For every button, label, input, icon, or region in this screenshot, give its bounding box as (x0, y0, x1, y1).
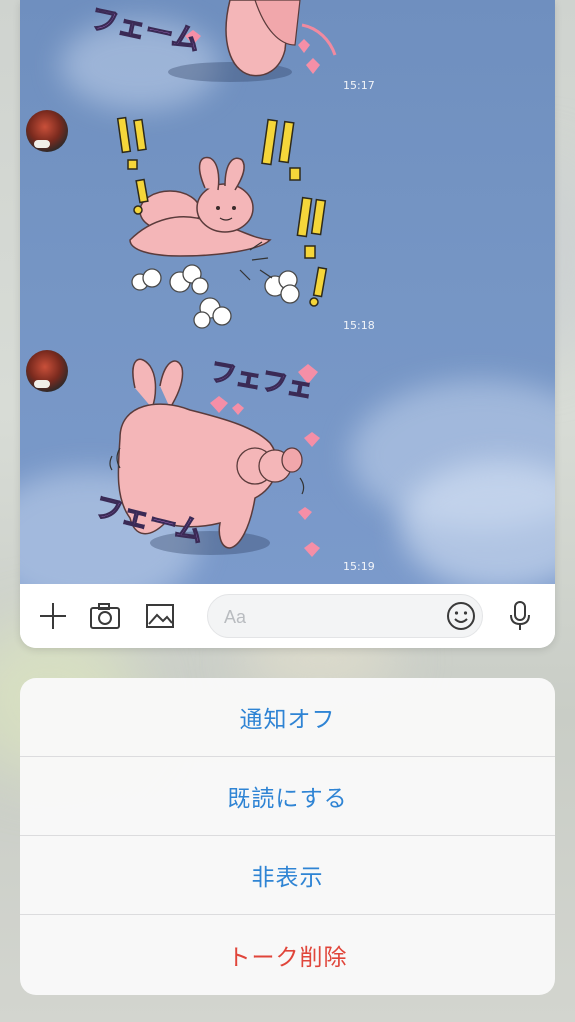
emoji-icon[interactable] (446, 601, 476, 631)
action-sheet: 通知オフ 既読にする 非表示 トーク削除 (20, 678, 555, 995)
avatar[interactable] (26, 110, 68, 152)
microphone-icon[interactable] (504, 600, 536, 632)
chat-preview-card[interactable]: フェーム 15:17 15:18 フェフェ フェーム 15:19 Aa (20, 0, 555, 648)
plus-icon[interactable] (37, 600, 69, 632)
avatar[interactable] (26, 350, 68, 392)
mark-as-read-button[interactable]: 既読にする (20, 757, 555, 836)
message-time: 15:17 (343, 79, 375, 92)
message-input-bar (20, 584, 555, 648)
delete-chat-button[interactable]: トーク削除 (20, 915, 555, 995)
message-time: 15:18 (343, 319, 375, 332)
message-input[interactable] (222, 595, 426, 639)
mute-notifications-button[interactable]: 通知オフ (20, 678, 555, 757)
camera-icon[interactable] (89, 600, 121, 632)
message-input-field[interactable] (207, 594, 483, 639)
chat-message-area[interactable]: フェーム 15:17 15:18 フェフェ フェーム 15:19 (20, 0, 555, 584)
image-icon[interactable] (144, 600, 176, 632)
hide-button[interactable]: 非表示 (20, 836, 555, 915)
rabbit-sticker[interactable] (100, 110, 340, 335)
message-time: 15:19 (343, 560, 375, 573)
